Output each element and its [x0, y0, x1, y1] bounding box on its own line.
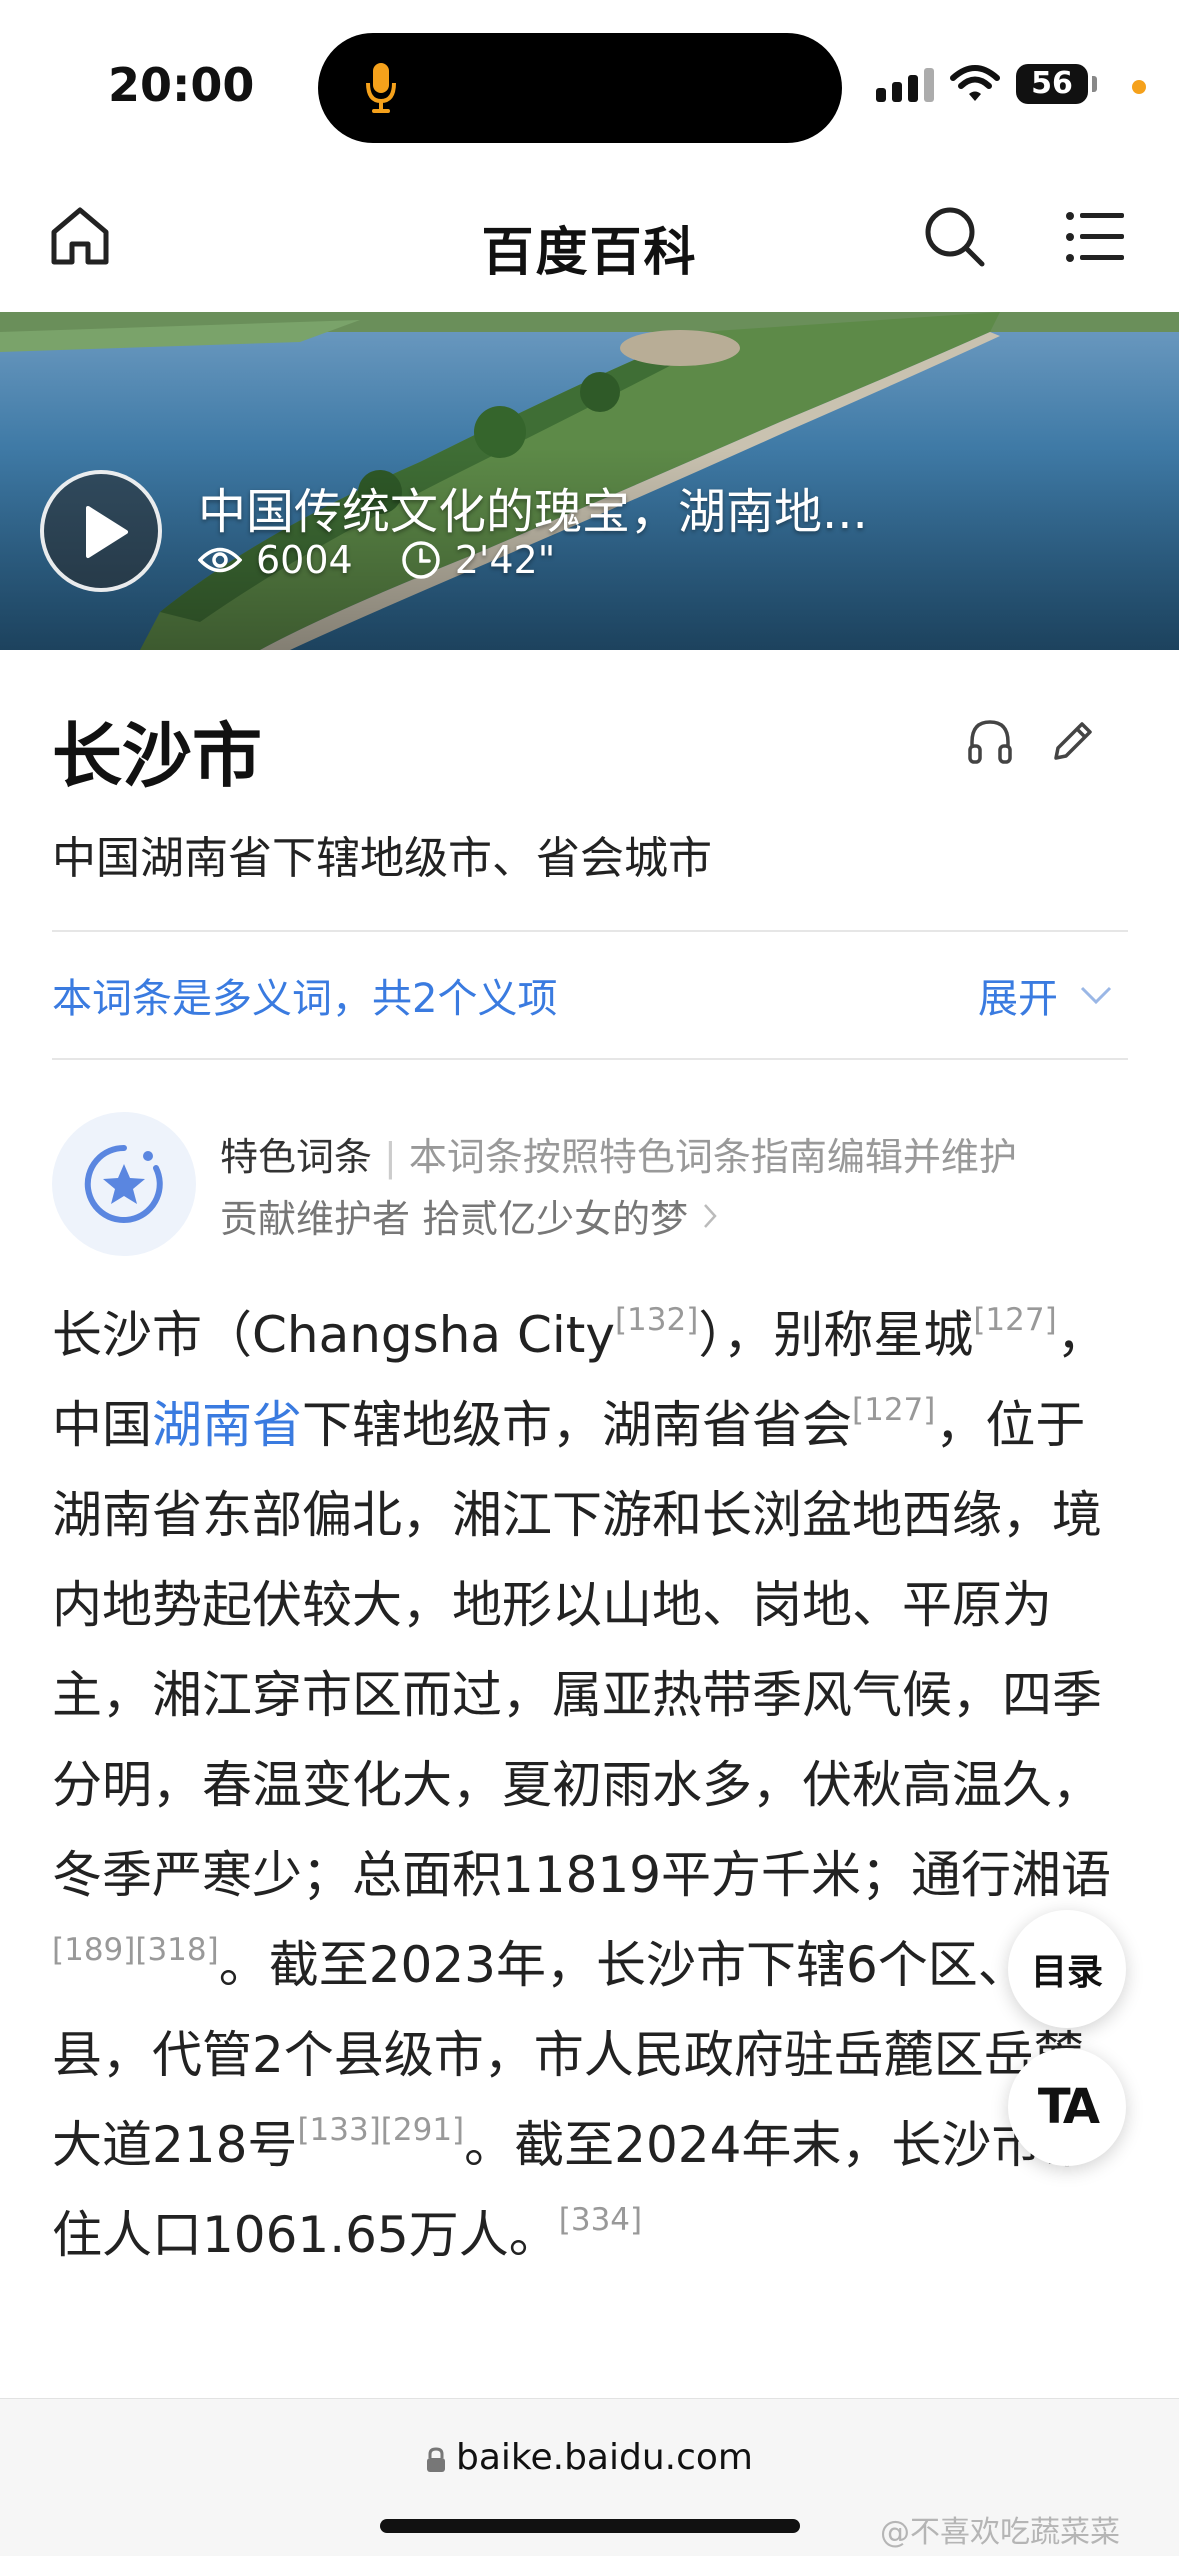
headphones-icon[interactable]: [966, 718, 1014, 768]
reference-mark[interactable]: [127]: [852, 1392, 935, 1428]
polysemy-note[interactable]: 本词条是多义词，共2个义项: [52, 966, 557, 1024]
dynamic-island: [318, 33, 842, 143]
expand-button[interactable]: 展开: [978, 966, 1112, 1024]
privacy-indicator-dot: [1132, 80, 1146, 94]
browser-url-bar[interactable]: baike.baidu.com @不喜欢吃蔬菜菜: [0, 2398, 1179, 2556]
wifi-icon: [950, 64, 1000, 108]
nav-bar: 百度百科: [0, 170, 1179, 312]
contributor-link[interactable]: 贡献维护者 拾贰亿少女的梦: [220, 1188, 718, 1243]
reference-mark[interactable]: [189][318]: [52, 1932, 219, 1968]
edit-pencil-icon[interactable]: [1050, 718, 1096, 768]
entry-summary: 长沙市（Changsha City[132]），别称星城[127]，中国湖南省下…: [52, 1290, 1132, 2280]
chevron-right-icon: [704, 1203, 717, 1228]
clock-icon: [401, 540, 441, 580]
status-bar: 20:00 56: [0, 0, 1179, 170]
battery-icon: 56: [1016, 64, 1088, 104]
featured-badge-icon: [52, 1112, 196, 1256]
summary-text: 下辖地级市，湖南省省会: [302, 1396, 852, 1454]
watermark: @不喜欢吃蔬菜菜: [880, 2515, 1120, 2550]
ta-button[interactable]: TA: [1008, 2048, 1126, 2166]
battery-tip: [1092, 76, 1097, 92]
divider: [52, 930, 1128, 932]
url-text: baike.baidu.com: [456, 2437, 753, 2478]
site-title: 百度百科: [481, 223, 698, 283]
signal-icon: [876, 68, 934, 102]
summary-text: ），别称星城: [698, 1306, 974, 1364]
menu-icon[interactable]: [1066, 210, 1124, 268]
reference-mark[interactable]: [127]: [973, 1302, 1056, 1338]
home-indicator[interactable]: [380, 2519, 800, 2533]
reference-mark[interactable]: [133][291]: [297, 2112, 464, 2148]
featured-line: 特色词条 | 本词条按照特色词条指南编辑并维护: [220, 1126, 1017, 1181]
featured-label: 特色词条: [220, 1135, 373, 1179]
eye-icon: [198, 545, 242, 575]
entry-subtitle: 中国湖南省下辖地级市、省会城市: [52, 833, 712, 884]
contributor-name: 拾贰亿少女的梦: [422, 1197, 689, 1241]
view-count: 6004: [256, 538, 353, 582]
featured-separator: |: [384, 1135, 397, 1179]
status-time: 20:00: [108, 58, 255, 112]
search-icon[interactable]: [922, 204, 986, 272]
chevron-down-icon: [1080, 986, 1112, 1005]
entry-title: 长沙市: [52, 715, 262, 797]
hunan-province-link[interactable]: 湖南省: [152, 1396, 302, 1454]
hero-video-title: 中国传统文化的瑰宝，湖南地...: [198, 484, 868, 540]
reference-mark[interactable]: [132]: [615, 1302, 698, 1338]
reference-mark[interactable]: [334]: [559, 2202, 642, 2238]
hero-video[interactable]: 中国传统文化的瑰宝，湖南地... 6004 2'42": [0, 312, 1179, 650]
summary-text: 长沙市（Changsha City: [52, 1306, 615, 1364]
play-button[interactable]: [40, 470, 162, 592]
featured-description: 本词条按照特色词条指南编辑并维护: [408, 1135, 1017, 1179]
video-duration: 2'42": [454, 538, 556, 582]
summary-text: ，位于湖南省东部偏北，湘江下游和长浏盆地西缘，境内地势起伏较大，地形以山地、岗地…: [52, 1396, 1112, 1904]
table-of-contents-button[interactable]: 目录: [1008, 1910, 1126, 2028]
url-display[interactable]: baike.baidu.com: [0, 2437, 1179, 2482]
divider: [52, 1058, 1128, 1060]
lock-icon: [426, 2441, 446, 2482]
contributor-prefix: 贡献维护者: [220, 1197, 411, 1241]
microphone-icon: [366, 61, 396, 119]
expand-label: 展开: [978, 976, 1058, 1022]
hero-video-meta: 6004 2'42": [198, 538, 555, 582]
